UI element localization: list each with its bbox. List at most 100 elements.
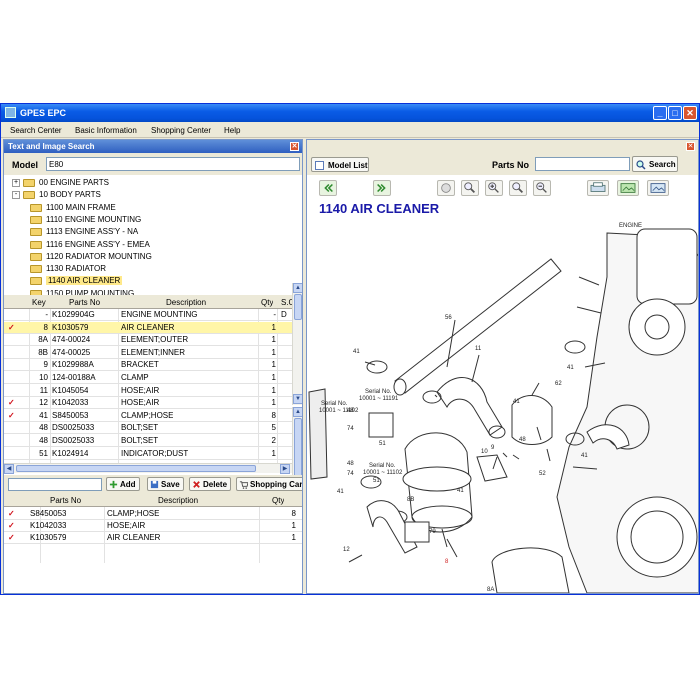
menu-basic-information[interactable]: Basic Information — [75, 126, 137, 135]
drawing-search-bar: Model List Parts No Search — [307, 153, 698, 175]
fit-icon[interactable] — [437, 180, 455, 196]
minimize-button[interactable]: _ — [653, 106, 667, 120]
callout-41: 41 — [581, 453, 588, 459]
parts-table-hscrollbar[interactable]: ◀ ▶ — [4, 463, 292, 474]
table-row[interactable]: 9 K1029988A BRACKET 1 — [4, 359, 292, 372]
collapse-icon[interactable]: - — [12, 191, 20, 200]
save-button[interactable]: Save — [147, 477, 184, 491]
cell-qty: 1 — [271, 398, 276, 408]
cell-qty: 1 — [271, 347, 276, 357]
callout-56: 56 — [445, 315, 452, 321]
column-header-key[interactable]: Key — [32, 298, 46, 307]
parts-hscroll-thumb[interactable] — [16, 465, 256, 472]
tree-scroll-thumb[interactable] — [294, 294, 302, 320]
menu-bar: Search Center Basic Information Shopping… — [1, 122, 699, 138]
model-input[interactable] — [46, 157, 300, 171]
title-bar: GPES EPC _ □ ✕ — [1, 104, 699, 122]
copy-image-icon[interactable] — [647, 180, 669, 196]
zoom-area-icon[interactable] — [485, 180, 503, 196]
cart-quantity-input[interactable] — [8, 478, 102, 491]
folder-icon — [30, 240, 42, 249]
callout-52: 52 — [539, 471, 546, 477]
cell-description: INDICATOR;DUST — [121, 448, 189, 458]
search-button[interactable]: Search — [632, 156, 678, 172]
check-icon: ✓ — [8, 533, 15, 542]
hose-clamp — [366, 360, 388, 374]
cell-key: 48 — [39, 423, 48, 433]
cell-parts-no: K1042033 — [52, 398, 89, 408]
expand-icon[interactable]: + — [12, 179, 20, 187]
search-pane-close-icon[interactable]: ✕ — [290, 142, 299, 151]
menu-shopping-center[interactable]: Shopping Center — [151, 126, 211, 135]
callout-8b: 8B — [407, 497, 414, 503]
scroll-down-icon[interactable]: ▼ — [293, 394, 302, 404]
add-button[interactable]: Add — [106, 477, 140, 491]
serial-range-2: 10001 ~ 11191 — [359, 396, 399, 402]
tree-scrollbar[interactable]: ▲ ▼ — [292, 283, 302, 405]
delete-icon — [193, 481, 200, 488]
table-row[interactable]: 48 DS0025033 BOLT;SET 2 — [4, 435, 292, 447]
parts-table-header: Key Parts No Description Qty S.C — [4, 295, 292, 309]
image-export-icon[interactable] — [617, 180, 639, 196]
menu-help[interactable]: Help — [224, 126, 240, 135]
next-page-icon[interactable] — [373, 180, 391, 196]
column-header-qty[interactable]: Qty — [261, 298, 273, 307]
shopping-cart-button[interactable]: Shopping Car — [236, 477, 302, 491]
table-row[interactable]: 8A 474-00024 ELEMENT;OUTER 1 — [4, 334, 292, 347]
callout-9: 9 — [491, 445, 495, 451]
cart-table-header: Parts No Description Qty — [4, 493, 302, 507]
zoom-in-icon[interactable] — [461, 180, 479, 196]
cart-cell-parts-no: S8450053 — [30, 509, 67, 518]
table-row[interactable]: ✓ 12 K1042033 HOSE;AIR 1 — [4, 397, 292, 410]
drawing-pane-close-icon[interactable]: ✕ — [686, 142, 695, 151]
column-header-sc[interactable]: S.C — [281, 298, 292, 307]
zoom-reset-icon[interactable] — [509, 180, 527, 196]
table-row[interactable]: 48 DS0025033 BOLT;SET 5 — [4, 422, 292, 435]
callout-48: 48 — [347, 461, 354, 467]
floppy-icon — [150, 480, 159, 489]
zoom-out-icon[interactable] — [533, 180, 551, 196]
scroll-left-icon[interactable]: ◀ — [4, 464, 14, 474]
table-row[interactable]: 11 K1045054 HOSE;AIR 1 — [4, 385, 292, 397]
bracket — [476, 454, 508, 482]
callout-41: 41 — [353, 349, 360, 355]
scroll-right-icon[interactable]: ▶ — [280, 464, 290, 474]
model-list-button[interactable]: Model List — [311, 157, 369, 172]
cell-sc: D — [281, 310, 287, 319]
table-row[interactable]: ✓ 41 S8450053 CLAMP;HOSE 8 — [4, 410, 292, 422]
add-button-label: Add — [120, 480, 136, 489]
table-row[interactable]: 51 K1024914 INDICATOR;DUST 1 — [4, 448, 292, 460]
table-row[interactable]: 10 124-00188A CLAMP 1 — [4, 372, 292, 384]
parts-no-label: Parts No — [492, 160, 530, 170]
cell-parts-no: K1030579 — [52, 322, 89, 332]
table-row[interactable]: 8B 474-00025 ELEMENT;INNER 1 — [4, 347, 292, 359]
list-item[interactable]: ✓ K1042033 HOSE;AIR 1 — [4, 520, 302, 532]
table-row[interactable]: - K1029904G ENGINE MOUNTING - D — [4, 309, 292, 321]
close-button[interactable]: ✕ — [683, 106, 697, 120]
parts-no-input[interactable] — [535, 157, 630, 171]
cart-header-parts-no[interactable]: Parts No — [50, 496, 81, 505]
cart-header-qty[interactable]: Qty — [272, 496, 284, 505]
category-tree: +00 ENGINE PARTS - 10 BODY PARTS 1100 MAIN … — [4, 175, 292, 298]
serial-detail-box-2 — [404, 521, 430, 543]
menu-search-center[interactable]: Search Center — [10, 126, 62, 135]
delete-button[interactable]: Delete — [189, 477, 232, 491]
intake-pipe-end — [393, 378, 407, 396]
table-row[interactable]: ✓ 8 K1030579 AIR CLEANER 1 — [4, 321, 292, 334]
maximize-button[interactable]: □ — [668, 106, 682, 120]
callout-51: 51 — [379, 441, 386, 447]
check-icon: ✓ — [8, 398, 15, 408]
scroll-up-icon[interactable]: ▲ — [293, 407, 302, 417]
list-item[interactable]: ✓ K1030579 AIR CLEANER 1 — [4, 532, 302, 544]
cart-header-description[interactable]: Description — [158, 496, 198, 505]
cell-parts-no: 124-00188A — [52, 373, 96, 382]
cart-cell-qty: 8 — [291, 509, 296, 518]
scroll-up-icon[interactable]: ▲ — [293, 283, 302, 293]
list-item[interactable]: ✓ S8450053 CLAMP;HOSE 8 — [4, 508, 302, 520]
check-icon: ✓ — [8, 521, 15, 530]
column-header-parts-no[interactable]: Parts No — [69, 298, 100, 307]
prev-page-icon[interactable] — [319, 180, 337, 196]
print-icon[interactable] — [587, 180, 609, 196]
cell-description: ELEMENT;OUTER — [121, 335, 189, 345]
column-header-description[interactable]: Description — [166, 298, 206, 307]
